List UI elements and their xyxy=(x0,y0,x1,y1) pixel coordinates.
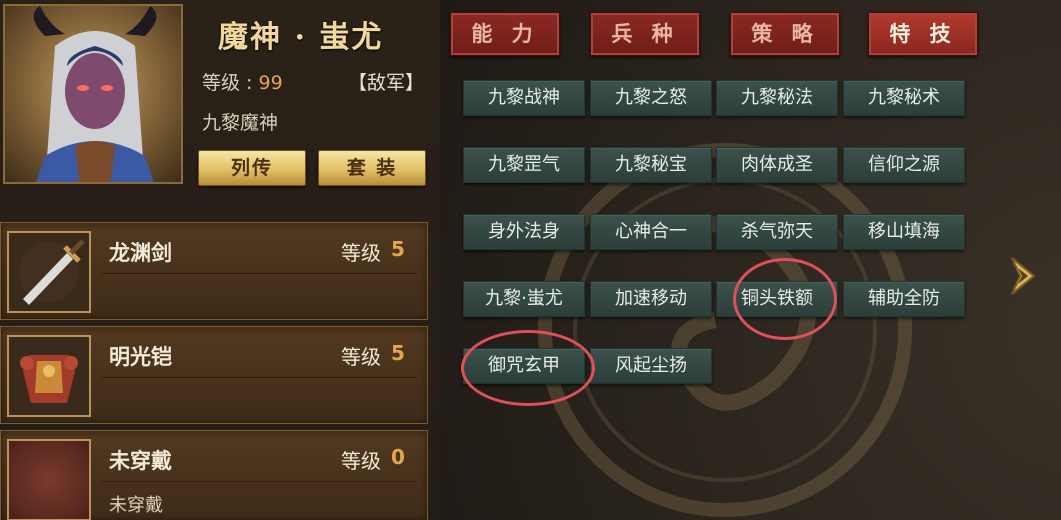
chevron-right-icon[interactable] xyxy=(1006,254,1042,298)
skill-button[interactable]: 九黎秘法 xyxy=(716,80,838,116)
equipment-name: 龙渊剑 xyxy=(109,241,172,265)
equipment-name: 未穿戴 xyxy=(109,449,172,473)
tab-strategy[interactable]: 策 略 xyxy=(730,12,840,56)
equipment-level-label: 等级 xyxy=(341,449,381,473)
equipment-row[interactable]: 明光铠 等级 5 xyxy=(0,326,428,424)
hero-level: 等级 : 99 xyxy=(202,68,283,95)
skill-button[interactable]: 九黎秘宝 xyxy=(590,147,712,183)
biography-button[interactable]: 列传 xyxy=(198,150,306,186)
equipment-level-label: 等级 xyxy=(341,241,381,265)
equipment-name: 明光铠 xyxy=(109,345,172,369)
equipment-level-value: 5 xyxy=(391,341,405,365)
skill-button[interactable]: 杀气弥天 xyxy=(716,214,838,250)
hero-level-value: 99 xyxy=(258,72,283,94)
skill-button[interactable]: 肉体成圣 xyxy=(716,147,838,183)
skill-button[interactable]: 九黎·蚩尤 xyxy=(463,281,585,317)
set-button[interactable]: 套 装 xyxy=(318,150,426,186)
skill-button[interactable]: 加速移动 xyxy=(590,281,712,317)
hero-name: 魔神 · 蚩尤 xyxy=(218,20,384,55)
sword-icon xyxy=(7,231,91,313)
equipment-status: 未穿戴 xyxy=(109,495,163,516)
empty-slot-icon xyxy=(7,439,91,520)
highlight-circle xyxy=(461,330,595,406)
hero-level-label: 等级 : xyxy=(202,72,259,94)
equipment-level-value: 5 xyxy=(391,237,405,261)
equipment-row[interactable]: 未穿戴 等级 0 未穿戴 xyxy=(0,430,428,520)
armor-icon xyxy=(7,335,91,417)
row-divider xyxy=(101,481,417,482)
tab-ability[interactable]: 能 力 xyxy=(450,12,560,56)
hero-faction: 【敌军】 xyxy=(348,72,425,94)
skill-button[interactable]: 信仰之源 xyxy=(843,147,965,183)
hero-portrait xyxy=(3,4,183,184)
tab-special-skills[interactable]: 特 技 xyxy=(868,12,978,56)
equipment-row[interactable]: 龙渊剑 等级 5 xyxy=(0,222,428,320)
skill-button[interactable]: 九黎秘术 xyxy=(843,80,965,116)
row-divider xyxy=(101,273,417,274)
highlight-circle xyxy=(733,258,837,340)
equipment-level-label: 等级 xyxy=(341,345,381,369)
row-divider xyxy=(101,377,417,378)
tab-troops[interactable]: 兵 种 xyxy=(590,12,700,56)
equipment-level-value: 0 xyxy=(391,445,405,469)
skill-button[interactable]: 身外法身 xyxy=(463,214,585,250)
skill-button[interactable]: 风起尘扬 xyxy=(590,348,712,384)
skill-button[interactable]: 九黎战神 xyxy=(463,80,585,116)
skill-button[interactable]: 移山填海 xyxy=(843,214,965,250)
skill-button[interactable]: 九黎罡气 xyxy=(463,147,585,183)
skill-button[interactable]: 辅助全防 xyxy=(843,281,965,317)
skill-button[interactable]: 心神合一 xyxy=(590,214,712,250)
hero-title: 九黎魔神 xyxy=(202,112,279,134)
skill-button[interactable]: 九黎之怒 xyxy=(590,80,712,116)
